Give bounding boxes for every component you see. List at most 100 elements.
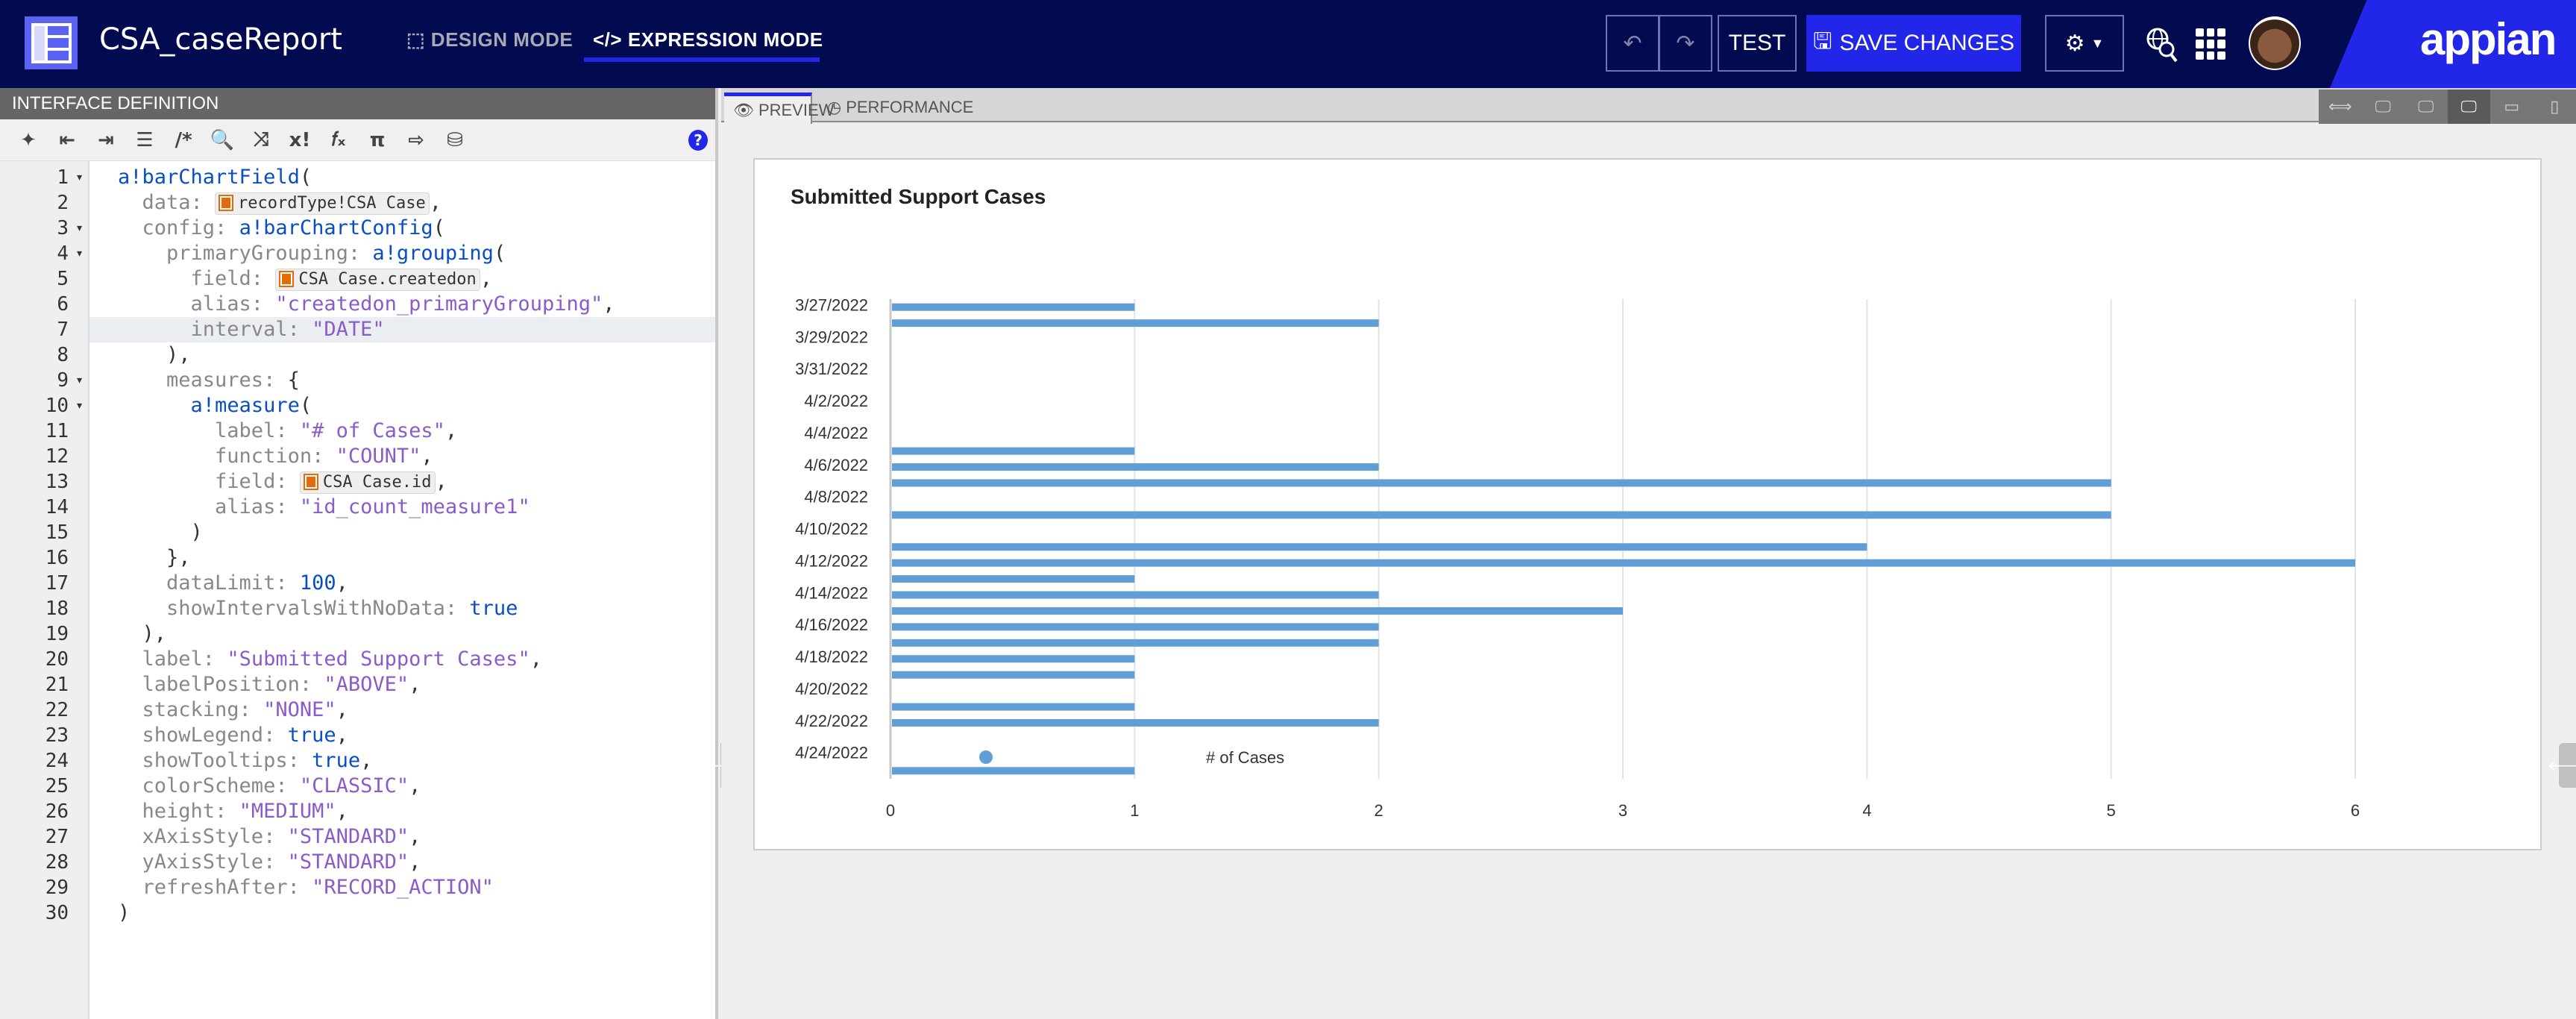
bar[interactable]	[892, 591, 1379, 599]
code-line[interactable]: colorScheme: "CLASSIC",	[89, 774, 715, 799]
line-number[interactable]: 9	[0, 368, 88, 393]
code-line[interactable]: stacking: "NONE",	[89, 697, 715, 723]
phone-icon[interactable]: ▯	[2533, 90, 2576, 124]
line-number[interactable]: 3	[0, 216, 88, 241]
comment-icon[interactable]: /*	[170, 127, 197, 154]
code-line[interactable]: measures: {	[89, 368, 715, 393]
function-icon[interactable]: 𝑓ₓ	[325, 127, 352, 154]
code-line[interactable]: a!barChartField(	[89, 165, 715, 190]
code-line[interactable]: )	[89, 520, 715, 545]
format-magic-icon[interactable]: ✦	[15, 127, 42, 154]
y-tick-label: 4/4/2022	[804, 424, 868, 442]
record-reference-chip[interactable]: CSA Case.id	[299, 471, 436, 494]
code-line[interactable]: function: "COUNT",	[89, 444, 715, 469]
settings-menu-button[interactable]: ⚙ ▼	[2045, 15, 2124, 72]
export-icon[interactable]: ⇨	[403, 127, 430, 154]
code-line[interactable]: )	[89, 900, 715, 926]
user-avatar[interactable]	[2249, 16, 2301, 70]
code-line[interactable]: field: CSA Case.id,	[89, 469, 715, 495]
redo-icon: ↷	[1676, 31, 1695, 56]
expression-editor[interactable]: 1234567891011121314151617181920212223242…	[0, 161, 715, 1019]
code-line[interactable]: showTooltips: true,	[89, 748, 715, 774]
indent-icon[interactable]: ⇥	[92, 127, 119, 154]
bar[interactable]	[892, 319, 1379, 327]
code-line[interactable]: config: a!barChartConfig(	[89, 216, 715, 241]
undo-button[interactable]: ↶	[1606, 15, 1659, 72]
line-number[interactable]: 4	[0, 241, 88, 266]
search-icon[interactable]: 🔍	[209, 127, 236, 154]
record-reference-chip[interactable]: CSA Case.createdon	[275, 268, 480, 291]
bar[interactable]	[892, 718, 1379, 727]
redo-button[interactable]: ↷	[1659, 15, 1712, 72]
constant-pi-icon[interactable]: π	[364, 127, 391, 154]
help-icon[interactable]: ?	[688, 130, 708, 151]
code-line[interactable]: label: "Submitted Support Cases",	[89, 647, 715, 672]
code-token: true	[469, 597, 518, 620]
code-line[interactable]: dataLimit: 100,	[89, 571, 715, 596]
code-line[interactable]: xAxisStyle: "STANDARD",	[89, 824, 715, 850]
bar[interactable]	[892, 559, 2355, 567]
code-token: "createdon_primaryGrouping"	[275, 292, 603, 316]
bar[interactable]	[892, 447, 1135, 455]
outdent-icon[interactable]: ⇤	[54, 127, 81, 154]
bar[interactable]	[892, 623, 1379, 631]
code-line[interactable]: labelPosition: "ABOVE",	[89, 672, 715, 697]
code-token: "CLASSIC"	[299, 774, 409, 797]
tab-preview[interactable]: 👁 PREVIEW	[724, 93, 834, 124]
bar[interactable]	[892, 606, 1623, 615]
tablet-icon[interactable]: ▭	[2490, 90, 2533, 124]
code-line[interactable]: data: recordType!CSA Case,	[89, 190, 715, 216]
code-line[interactable]: label: "# of Cases",	[89, 418, 715, 444]
save-changes-button[interactable]: 🖫 SAVE CHANGES	[1806, 15, 2021, 72]
data-query-icon[interactable]: ⛁	[442, 127, 468, 154]
app-launcher-grid-icon[interactable]	[2196, 28, 2225, 60]
code-token: label:	[118, 419, 300, 442]
code-line[interactable]: showIntervalsWithNoData: true	[89, 596, 715, 621]
local-variable-icon[interactable]: x!	[286, 127, 313, 154]
bar[interactable]	[892, 639, 1379, 647]
code-area[interactable]: a!barChartField( data: recordType!CSA Ca…	[89, 161, 715, 1019]
bar[interactable]	[892, 703, 1135, 711]
globe-search-icon[interactable]	[2146, 27, 2178, 64]
code-line[interactable]: showLegend: true,	[89, 723, 715, 748]
line-list-icon[interactable]: ☰	[131, 127, 158, 154]
fit-width-icon[interactable]: ⟺	[2319, 90, 2362, 124]
design-mode-tab[interactable]: ⬚ DESIGN MODE	[406, 28, 573, 51]
line-number[interactable]: 10	[0, 393, 88, 418]
bar[interactable]	[892, 463, 1379, 471]
collapse-right-panel-button[interactable]: 🡐	[2548, 743, 2576, 788]
shuffle-icon[interactable]: ⤨	[248, 127, 274, 154]
bar[interactable]	[892, 671, 1135, 679]
expression-mode-tab[interactable]: </> EXPRESSION MODE	[593, 28, 823, 51]
bar[interactable]	[892, 767, 1135, 775]
bar[interactable]	[892, 511, 2111, 519]
bar[interactable]	[892, 575, 1135, 583]
code-line[interactable]: interval: "DATE"	[89, 317, 715, 342]
code-line[interactable]: refreshAfter: "RECORD_ACTION"	[89, 875, 715, 900]
tab-performance[interactable]: ◷ PERFORMANCE	[818, 93, 982, 122]
code-token: a!measure	[190, 394, 300, 417]
bar[interactable]	[892, 543, 1867, 551]
code-line[interactable]: a!measure(	[89, 393, 715, 418]
code-line[interactable]: field: CSA Case.createdon,	[89, 266, 715, 292]
code-line[interactable]: alias: "id_count_measure1"	[89, 495, 715, 520]
code-line[interactable]: ),	[89, 621, 715, 647]
code-line[interactable]: alias: "createdon_primaryGrouping",	[89, 292, 715, 317]
code-line[interactable]: height: "MEDIUM",	[89, 799, 715, 824]
code-line[interactable]: },	[89, 545, 715, 571]
code-token: label:	[118, 648, 227, 671]
desktop-icon[interactable]: 🖵	[2404, 90, 2448, 124]
code-line[interactable]: yAxisStyle: "STANDARD",	[89, 850, 715, 875]
small-desktop-icon[interactable]: 🖵	[2447, 90, 2490, 124]
code-line[interactable]: ),	[89, 342, 715, 368]
test-button[interactable]: TEST	[1718, 15, 1797, 72]
line-number[interactable]: 1	[0, 165, 88, 190]
wide-desktop-icon[interactable]: 🖵	[2362, 90, 2405, 124]
bar[interactable]	[892, 655, 1135, 663]
bar[interactable]	[892, 303, 1135, 311]
record-reference-chip[interactable]: recordType!CSA Case	[215, 192, 430, 215]
code-line[interactable]: primaryGrouping: a!grouping(	[89, 241, 715, 266]
line-number: 14	[45, 496, 69, 518]
bar[interactable]	[892, 479, 2111, 487]
